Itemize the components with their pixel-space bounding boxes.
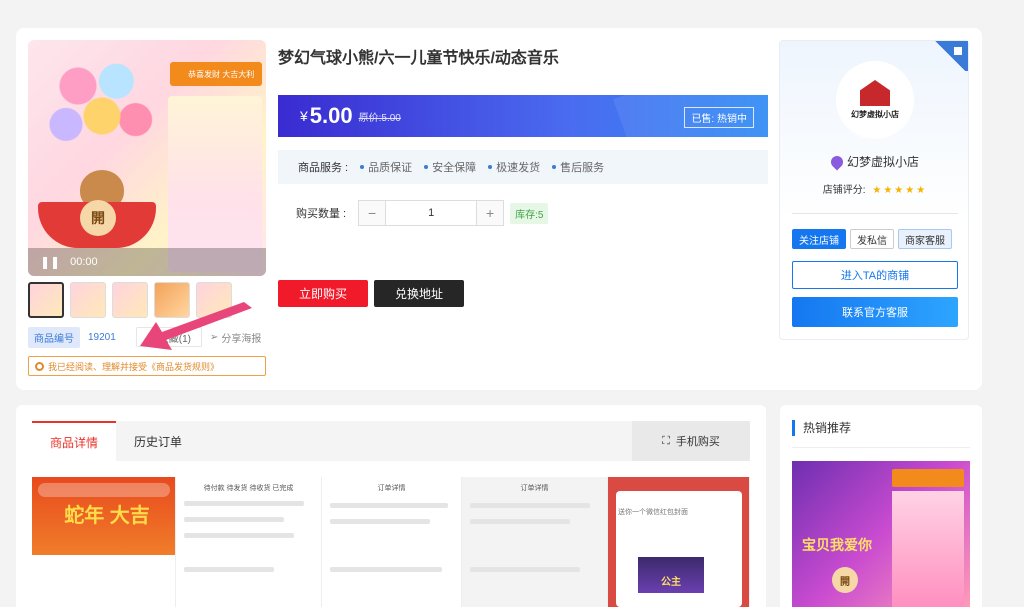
qr-code-icon[interactable] (952, 45, 964, 57)
rating-label: 店铺评分: (822, 185, 866, 196)
service-item: 安全保障 (424, 159, 476, 175)
product-code-label: 商品编号 (28, 326, 80, 348)
product-code-value: 19201 (88, 331, 116, 343)
price-value: 5.00 (309, 103, 353, 128)
stock-badge: 库存:5 (510, 202, 549, 224)
placeholder-line (184, 533, 294, 538)
panel-title: 订单详情 (520, 485, 549, 492)
hot-product-image[interactable]: 宝贝我爱你 開 (792, 461, 970, 607)
divider (792, 447, 970, 448)
top-strip (0, 0, 1024, 16)
open-seal: 開 (80, 200, 116, 236)
fullscreen-icon: ⛶ (662, 434, 670, 447)
placeholder-line (330, 503, 448, 508)
balloons-image (42, 50, 162, 170)
currency-symbol: ¥ (300, 108, 308, 124)
services-label: 商品服务 : (298, 162, 349, 174)
hot-recommend-title: 热销推荐 (792, 419, 851, 436)
placeholder-line (330, 519, 430, 524)
service-item: 极速发货 (488, 159, 540, 175)
panel-text: 送你一个微信红包封面 (618, 509, 688, 516)
panel-title: 订单详情 (377, 485, 406, 492)
hot-image-text: 宝贝我爱你 (802, 537, 872, 553)
poster-text: 公主 (661, 577, 681, 588)
quantity-stepper: − 1 + (358, 200, 505, 226)
mobile-buy-button[interactable]: ⛶ 手机购买 (632, 421, 750, 461)
follow-shop-button[interactable]: 关注店铺 (792, 229, 846, 249)
video-controls[interactable]: ❚❚ 00:00 (28, 248, 266, 276)
placeholder-line (184, 567, 274, 572)
service-item: 售后服务 (552, 159, 604, 175)
detail-panel: 待付款 待发货 待收货 已完成 (176, 477, 322, 607)
quantity-label: 购买数量 : (296, 208, 347, 220)
product-title: 梦幻气球小熊/六一儿童节快乐/动态音乐 (278, 50, 559, 67)
hot-title-text: 热销推荐 (803, 421, 852, 435)
increase-button[interactable]: + (477, 201, 504, 225)
panel-title: 蛇年 大吉 (64, 505, 150, 527)
enter-shop-button[interactable]: 进入TA的商铺 (792, 261, 958, 289)
detail-panel: 送你一个微信红包封面 公主 (608, 477, 750, 607)
pause-icon[interactable]: ❚❚ (40, 255, 60, 269)
house-logo-icon (860, 80, 890, 106)
gallery-preview-image (168, 96, 262, 272)
tab-product-details[interactable]: 商品详情 (32, 421, 117, 461)
radio-icon[interactable] (35, 361, 44, 371)
open-seal: 開 (832, 567, 858, 593)
exchange-address-button[interactable]: 兑换地址 (374, 280, 464, 307)
buy-now-button[interactable]: 立即购买 (278, 280, 368, 307)
services-row: 商品服务 : 品质保证 安全保障 极速发货 售后服务 (278, 150, 768, 184)
mobile-buy-label: 手机购买 (675, 436, 720, 448)
quantity-row: 购买数量 : − 1 + 库存:5 (296, 200, 549, 226)
product-image-viewer[interactable]: 開 恭喜发财 大吉大利 ❚❚ 00:00 (28, 40, 266, 276)
sold-badge: 已售: 热销中 (684, 107, 754, 128)
thumbnail[interactable] (28, 282, 64, 318)
placeholder-line (330, 567, 442, 572)
hot-image-badge (892, 469, 964, 487)
detail-images: 蛇年 大吉 待付款 待发货 待收货 已完成 订单详情 订单详情 送你一个微信红包… (32, 477, 750, 607)
pointer-arrow-icon (140, 302, 252, 350)
search-bar-image (38, 483, 170, 497)
gallery-badge: 恭喜发财 大吉大利 (170, 62, 262, 86)
detail-card: 商品详情 历史订单 ⛶ 手机购买 蛇年 大吉 待付款 待发货 待收货 已完成 订… (16, 405, 766, 607)
merchant-support-button[interactable]: 商家客服 (898, 229, 952, 249)
price-bar: ¥ 5.00 原价:5.00 已售: 热销中 (278, 95, 768, 137)
quantity-input[interactable]: 1 (385, 201, 478, 225)
title-accent-bar (792, 419, 795, 436)
location-pin-icon (828, 153, 846, 170)
shop-logo[interactable]: 幻梦虚拟小店 (836, 61, 914, 139)
shop-card: 幻梦虚拟小店 幻梦虚拟小店 店铺评分: ★★★★★ 关注店铺 发私信 商家客服 … (779, 40, 969, 340)
detail-panel: 订单详情 (322, 477, 462, 607)
service-item: 品质保证 (360, 159, 412, 175)
agreement-checkbox[interactable]: 我已经阅读、理解并接受《商品发货规则》 (28, 356, 266, 376)
shop-rating: 店铺评分: ★★★★★ (780, 181, 970, 196)
placeholder-line (470, 503, 590, 508)
hot-recommend-card: 热销推荐 宝贝我爱你 開 (780, 405, 982, 607)
shop-name-text: 幻梦虚拟小店 (846, 155, 919, 169)
placeholder-line (470, 519, 570, 524)
shop-name: 幻梦虚拟小店 (780, 153, 970, 170)
official-service-button[interactable]: 联系官方客服 (792, 297, 958, 327)
placeholder-line (184, 517, 284, 522)
rating-stars-icon: ★★★★★ (872, 185, 928, 196)
shop-actions: 关注店铺 发私信 商家客服 (792, 229, 952, 249)
divider (792, 213, 958, 214)
decrease-button[interactable]: − (359, 201, 386, 225)
original-price: 原价:5.00 (358, 112, 401, 124)
agreement-text: 我已经阅读、理解并接受《商品发货规则》 (48, 361, 220, 372)
video-time: 00:00 (70, 256, 98, 268)
thumbnail[interactable] (70, 282, 106, 318)
message-button[interactable]: 发私信 (850, 229, 894, 249)
detail-panel: 蛇年 大吉 (32, 477, 176, 607)
panel-title: 待付款 待发货 待收货 已完成 (203, 485, 294, 492)
detail-tabs: 商品详情 历史订单 ⛶ 手机购买 (32, 421, 750, 461)
detail-panel: 订单详情 (462, 477, 608, 607)
hot-image-preview (892, 491, 964, 607)
placeholder-line (470, 567, 580, 572)
tab-order-history[interactable]: 历史订单 (116, 421, 200, 461)
placeholder-line (184, 501, 304, 506)
shop-logo-text: 幻梦虚拟小店 (851, 110, 899, 119)
